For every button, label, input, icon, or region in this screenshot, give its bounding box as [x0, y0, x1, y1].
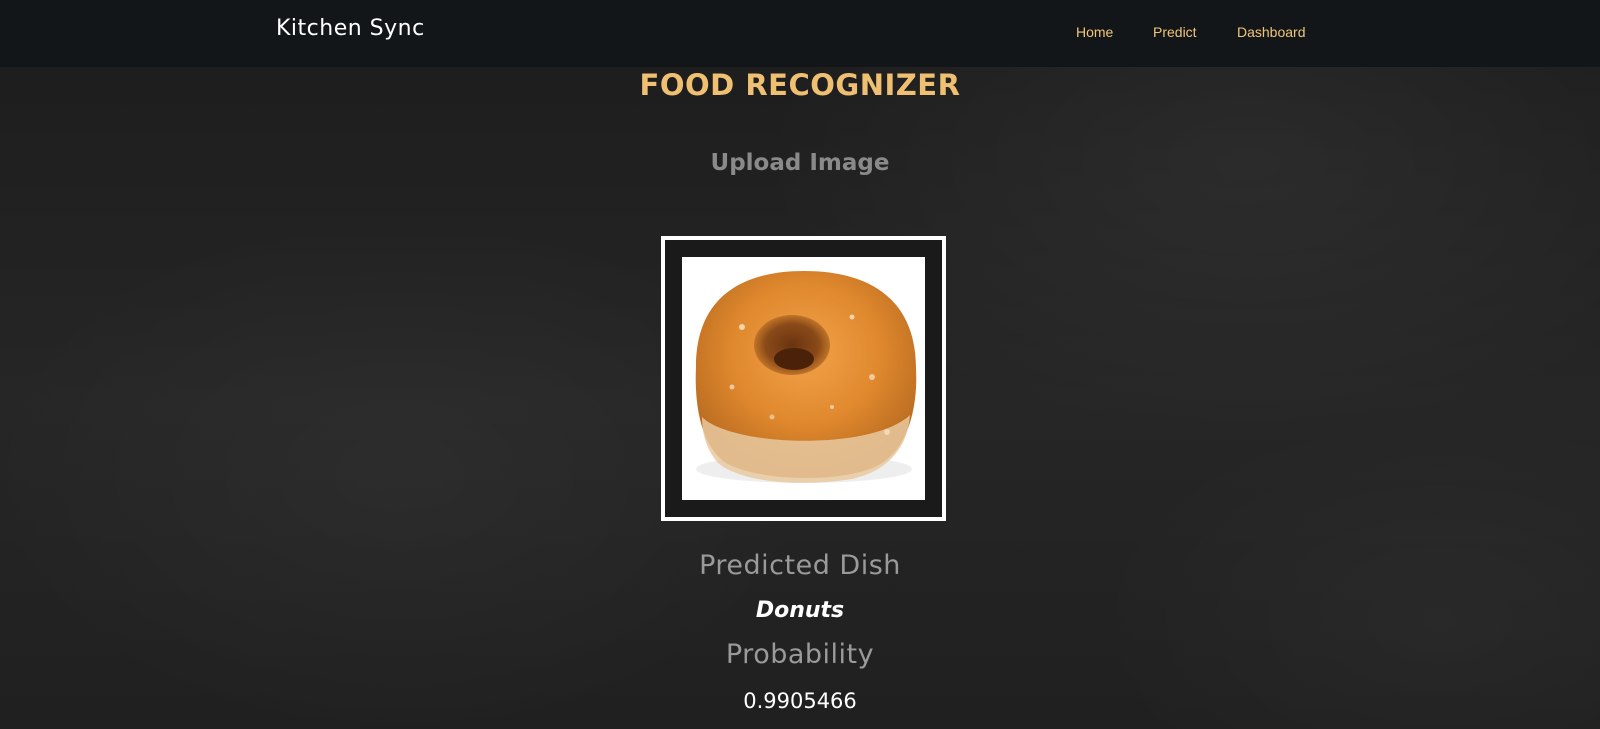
- brand-logo[interactable]: Kitchen Sync: [276, 16, 425, 41]
- uploaded-image-frame: [661, 236, 946, 521]
- nav-link-home[interactable]: Home: [1076, 24, 1113, 40]
- probability-label: Probability: [725, 639, 875, 670]
- donut-image: [682, 257, 925, 500]
- predicted-dish-value: Donuts: [755, 598, 845, 623]
- navbar: Kitchen Sync Home Predict Dashboard: [0, 0, 1600, 67]
- predicted-dish-label: Predicted Dish: [699, 550, 901, 581]
- nav-link-dashboard[interactable]: Dashboard: [1237, 24, 1306, 40]
- nav-link-predict[interactable]: Predict: [1153, 24, 1197, 40]
- upload-image-button[interactable]: Upload Image: [0, 150, 1600, 176]
- probability-value: 0.9905466: [743, 689, 857, 713]
- page-title: FOOD RECOGNIZER: [639, 68, 961, 102]
- uploaded-image: [682, 257, 925, 500]
